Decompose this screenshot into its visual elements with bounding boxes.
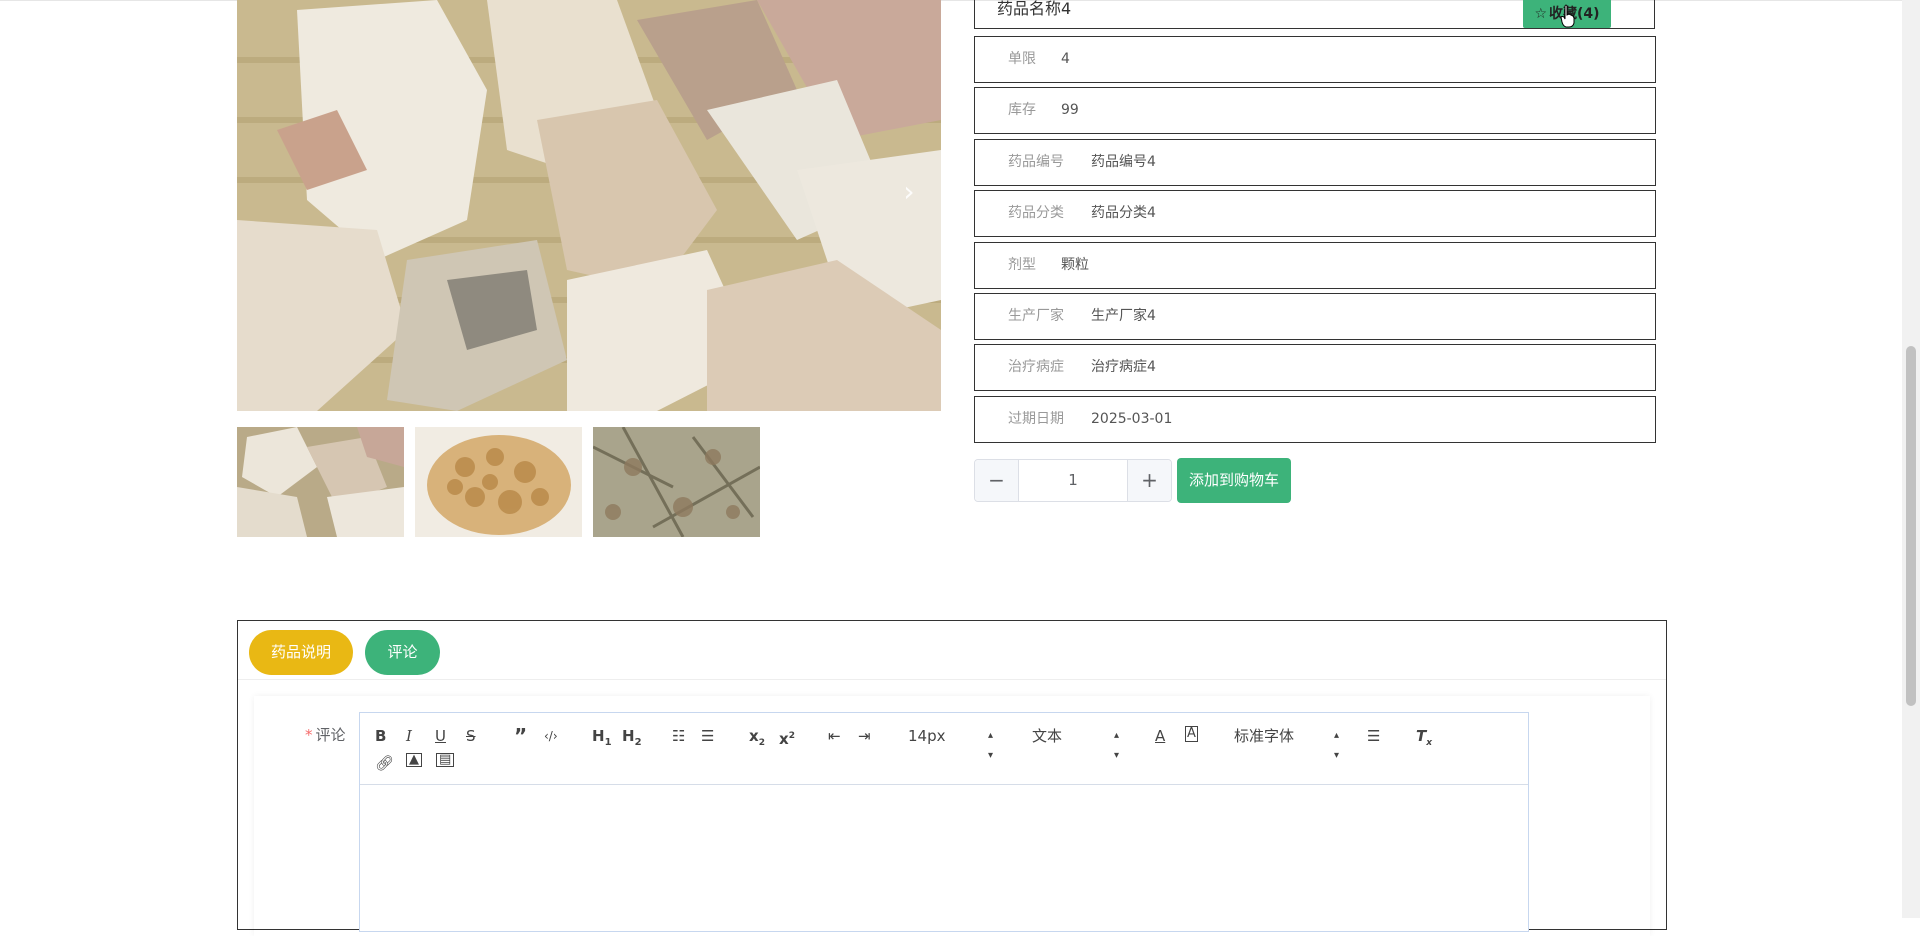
link-icon[interactable]: 🔗︎ — [375, 753, 394, 773]
detail-row-limit: 单限 4 — [974, 36, 1656, 83]
detail-value: 颗粒 — [1061, 257, 1089, 273]
underline-icon[interactable]: U — [435, 726, 446, 746]
detail-row-manufacturer: 生产厂家 生产厂家4 — [974, 293, 1656, 340]
align-icon[interactable]: ☰ — [1367, 726, 1380, 746]
comment-field-label: * 评论 — [305, 724, 346, 745]
tab-comments[interactable]: 评论 — [365, 630, 440, 675]
font-size-value: 14px — [908, 727, 946, 745]
detail-value: 药品编号4 — [1091, 154, 1156, 170]
code-icon[interactable]: ‹/› — [544, 726, 558, 746]
detail-label: 药品编号 — [1008, 154, 1064, 170]
detail-label: 生产厂家 — [1008, 308, 1064, 324]
thumbnail-2[interactable] — [415, 427, 582, 537]
ordered-list-icon[interactable]: ☷ — [672, 726, 685, 746]
tab-divider — [238, 679, 1666, 680]
detail-value: 治疗病症4 — [1091, 359, 1156, 375]
star-icon: ☆ — [1534, 6, 1547, 22]
detail-row-stock: 库存 99 — [974, 87, 1656, 134]
background-color-icon[interactable]: A — [1185, 726, 1198, 742]
detail-label: 药品分类 — [1008, 205, 1064, 221]
detail-label: 治疗病症 — [1008, 359, 1064, 375]
heading-2-icon[interactable]: H2 — [622, 726, 642, 753]
blockquote-icon[interactable]: ” — [514, 726, 527, 746]
comment-label-text: 评论 — [315, 726, 346, 744]
hand-cursor-icon — [1560, 4, 1575, 28]
select-arrows-icon: ▴ ▾ — [1334, 730, 1340, 761]
italic-icon[interactable]: I — [406, 726, 412, 746]
strikethrough-icon[interactable]: S — [466, 726, 476, 746]
superscript-icon[interactable]: x2 — [779, 726, 795, 749]
scrollbar-thumb[interactable] — [1906, 346, 1916, 706]
video-icon[interactable]: ▤ — [436, 753, 455, 767]
product-main-image: › — [237, 0, 941, 411]
quantity-stepper: − 1 + — [974, 459, 1172, 502]
detail-row-expiry: 过期日期 2025-03-01 — [974, 396, 1656, 443]
comment-editor: B I U S ” ‹/› H1 H2 ☷ ☰ x2 x2 ⇤ ⇥ 14px ▴… — [359, 712, 1529, 932]
required-mark: * — [305, 726, 313, 744]
subscript-icon[interactable]: x2 — [749, 726, 765, 753]
detail-label: 剂型 — [1008, 257, 1036, 273]
tab-description[interactable]: 药品说明 — [249, 630, 353, 675]
indent-icon[interactable]: ⇥ — [858, 726, 871, 746]
bullet-list-icon[interactable]: ☰ — [701, 726, 714, 746]
detail-value: 2025-03-01 — [1091, 411, 1173, 427]
detail-row-code: 药品编号 药品编号4 — [974, 139, 1656, 186]
outdent-icon[interactable]: ⇤ — [828, 726, 841, 746]
detail-row-category: 药品分类 药品分类4 — [974, 190, 1656, 237]
clear-format-icon[interactable]: Tx — [1416, 726, 1432, 753]
font-size-select[interactable]: 14px ▴ ▾ — [908, 726, 998, 761]
font-family-select[interactable]: 标准字体 ▴ ▾ — [1234, 726, 1344, 761]
font-family-value: 标准字体 — [1234, 727, 1295, 745]
select-arrows-icon: ▴ ▾ — [988, 730, 994, 761]
detail-label: 过期日期 — [1008, 411, 1064, 427]
add-to-cart-button[interactable]: 添加到购物车 — [1177, 458, 1291, 503]
detail-label: 库存 — [1008, 102, 1036, 118]
text-type-value: 文本 — [1032, 727, 1063, 745]
detail-value: 99 — [1061, 102, 1079, 118]
editor-toolbar: B I U S ” ‹/› H1 H2 ☷ ☰ x2 x2 ⇤ ⇥ 14px ▴… — [360, 713, 1528, 785]
font-color-icon[interactable]: A — [1155, 726, 1165, 746]
detail-value: 4 — [1061, 51, 1070, 67]
product-name: 药品名称4 — [997, 0, 1072, 18]
increase-quantity-button[interactable]: + — [1127, 460, 1171, 501]
page-scrollbar[interactable] — [1902, 0, 1920, 918]
text-type-select[interactable]: 文本 ▴ ▾ — [1032, 726, 1122, 761]
bold-icon[interactable]: B — [375, 726, 386, 746]
thumbnail-3[interactable] — [593, 427, 760, 537]
detail-value: 药品分类4 — [1091, 205, 1156, 221]
select-arrows-icon: ▴ ▾ — [1114, 730, 1120, 761]
detail-row-dosage-form: 剂型 颗粒 — [974, 242, 1656, 289]
quantity-input[interactable]: 1 — [1019, 460, 1127, 501]
detail-row-indication: 治疗病症 治疗病症4 — [974, 344, 1656, 391]
thumbnail-1[interactable] — [237, 427, 404, 537]
detail-label: 单限 — [1008, 51, 1036, 67]
decrease-quantity-button[interactable]: − — [975, 460, 1019, 501]
heading-1-icon[interactable]: H1 — [592, 726, 612, 753]
editor-content-area[interactable] — [360, 785, 1528, 931]
image-icon[interactable]: ▲ — [406, 753, 422, 767]
detail-value: 生产厂家4 — [1091, 308, 1156, 324]
chevron-right-icon[interactable]: › — [895, 178, 923, 206]
